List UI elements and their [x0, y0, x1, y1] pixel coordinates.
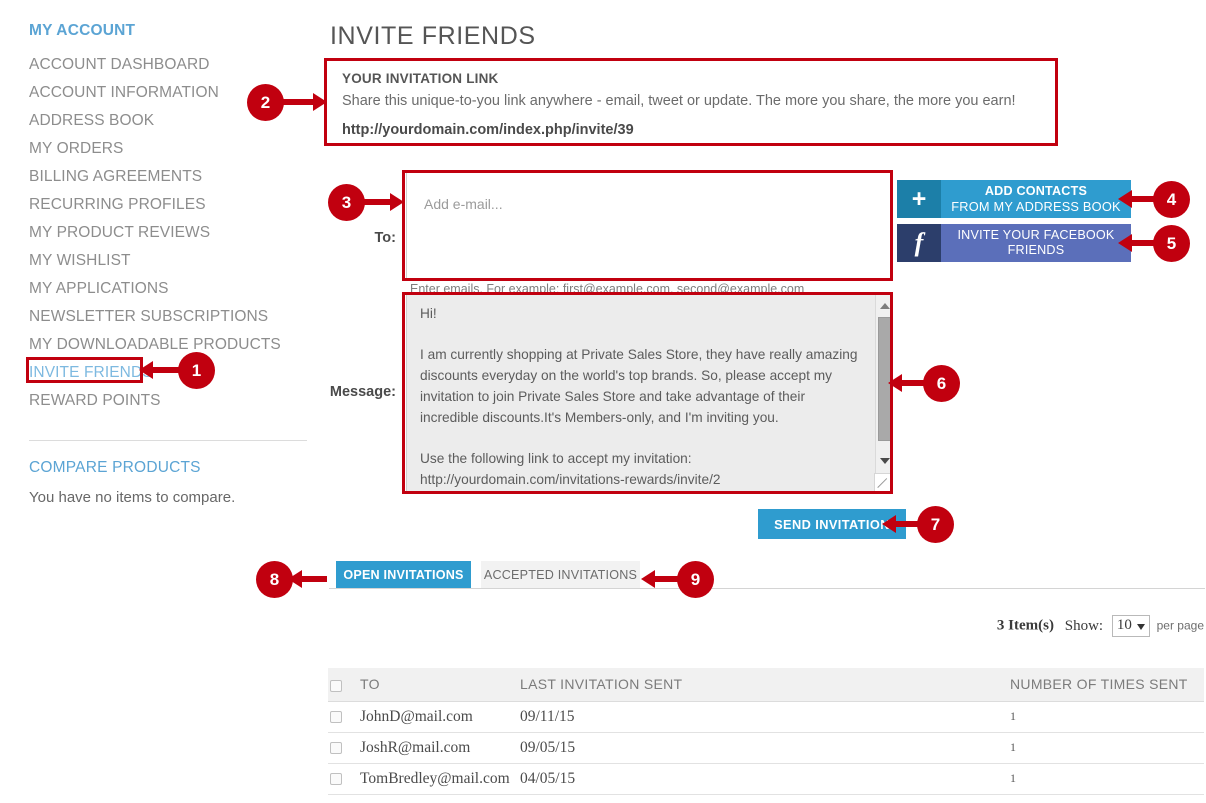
scroll-down-icon[interactable]: [876, 452, 892, 469]
table-row: TomBredley@mail.com 04/05/15 1: [328, 763, 1204, 795]
per-page-suffix: per page: [1156, 618, 1204, 633]
main-content: INVITE FRIENDS YOUR INVITATION LINK Shar…: [328, 0, 1206, 803]
table-head: TO LAST INVITATION SENT NUMBER OF TIMES …: [328, 668, 1204, 702]
facebook-label-line1: INVITE YOUR FACEBOOK: [957, 228, 1115, 242]
compare-products-heading: COMPARE PRODUCTS: [29, 459, 201, 476]
row-to: JoshR@mail.com: [358, 732, 518, 764]
page-title: INVITE FRIENDS: [330, 22, 536, 50]
invitation-link-url[interactable]: http://yourdomain.com/index.php/invite/3…: [342, 122, 1049, 138]
account-sidebar: MY ACCOUNT ACCOUNT DASHBOARD ACCOUNT INF…: [0, 0, 320, 803]
sidebar-item-address-book[interactable]: ADDRESS BOOK: [29, 107, 320, 135]
row-last-sent: 04/05/15: [518, 763, 1008, 795]
row-checkbox[interactable]: [330, 741, 342, 754]
scroll-up-icon[interactable]: [876, 297, 892, 314]
item-count-label: 3 Item(s): [996, 617, 1054, 634]
to-email-placeholder: Add e-mail...: [424, 196, 503, 212]
sidebar-item-account-information[interactable]: ACCOUNT INFORMATION: [29, 79, 320, 107]
sidebar-item-invite-friends[interactable]: INVITE FRIENDS: [29, 359, 320, 387]
row-times-sent: 1: [1008, 701, 1204, 733]
per-page-value: 10: [1116, 617, 1132, 633]
sidebar-item-recurring-profiles[interactable]: RECURRING PROFILES: [29, 191, 320, 219]
row-checkbox[interactable]: [330, 710, 342, 723]
facebook-label-line2: FRIENDS: [1007, 243, 1065, 257]
invitations-table: TO LAST INVITATION SENT NUMBER OF TIMES …: [328, 668, 1204, 795]
select-all-header: [328, 668, 358, 702]
sidebar-item-my-applications[interactable]: MY APPLICATIONS: [29, 275, 320, 303]
list-toolbar: 3 Item(s) Show: 10 per page: [328, 615, 1204, 637]
invitation-link-panel: YOUR INVITATION LINK Share this unique-t…: [330, 60, 1061, 144]
sidebar-nav-list: ACCOUNT DASHBOARD ACCOUNT INFORMATION AD…: [29, 51, 320, 415]
sidebar-item-my-downloadable-products[interactable]: MY DOWNLOADABLE PRODUCTS: [29, 331, 320, 359]
invite-facebook-button[interactable]: f INVITE YOUR FACEBOOK FRIENDS: [897, 224, 1131, 262]
sidebar-item-reward-points[interactable]: REWARD POINTS: [29, 387, 320, 415]
sidebar-divider: [29, 440, 307, 441]
show-label: Show:: [1064, 617, 1104, 634]
row-checkbox[interactable]: [330, 772, 342, 785]
tab-accepted-invitations[interactable]: ACCEPTED INVITATIONS: [481, 561, 640, 588]
sidebar-item-newsletter-subscriptions[interactable]: NEWSLETTER SUBSCRIPTIONS: [29, 303, 320, 331]
add-contacts-button[interactable]: + ADD CONTACTS FROM MY ADDRESS BOOK: [897, 180, 1131, 218]
sidebar-item-account-dashboard[interactable]: ACCOUNT DASHBOARD: [29, 51, 320, 79]
row-to: JohnD@mail.com: [358, 701, 518, 733]
message-field-label: Message:: [329, 384, 396, 400]
scrollbar-thumb[interactable]: [878, 317, 891, 441]
tab-open-invitations[interactable]: OPEN INVITATIONS: [336, 561, 471, 588]
add-contacts-label-line1: ADD CONTACTS: [984, 184, 1088, 198]
row-select-cell: [328, 701, 358, 733]
invitation-link-title: YOUR INVITATION LINK: [342, 71, 499, 86]
row-last-sent: 09/05/15: [518, 732, 1008, 764]
sidebar-item-my-wishlist[interactable]: MY WISHLIST: [29, 247, 320, 275]
row-select-cell: [328, 732, 358, 764]
column-header-number-of-times-sent: NUMBER OF TIMES SENT: [1008, 668, 1204, 702]
row-select-cell: [328, 763, 358, 795]
message-textarea-value: Hi! I am currently shopping at Private S…: [420, 306, 858, 487]
message-scrollbar[interactable]: [875, 295, 892, 491]
message-textarea[interactable]: Hi! I am currently shopping at Private S…: [406, 294, 893, 492]
row-times-sent: 1: [1008, 763, 1204, 795]
table-header-row: TO LAST INVITATION SENT NUMBER OF TIMES …: [328, 668, 1204, 702]
select-all-checkbox[interactable]: [330, 679, 342, 692]
per-page-select[interactable]: 10: [1111, 615, 1150, 637]
to-field-label: To:: [374, 230, 396, 246]
column-header-to: TO: [358, 668, 518, 702]
table-row: JoshR@mail.com 09/05/15 1: [328, 732, 1204, 764]
plus-icon: +: [897, 180, 941, 218]
column-header-last-invitation-sent: LAST INVITATION SENT: [518, 668, 1008, 702]
resize-grip-icon[interactable]: [874, 473, 892, 491]
sidebar-item-my-orders[interactable]: MY ORDERS: [29, 135, 320, 163]
table-row: JohnD@mail.com 09/11/15 1: [328, 701, 1204, 733]
facebook-icon: f: [897, 224, 941, 262]
compare-products-empty-text: You have no items to compare.: [29, 489, 236, 506]
sidebar-heading: MY ACCOUNT: [29, 22, 136, 39]
row-to: TomBredley@mail.com: [358, 763, 518, 795]
chevron-down-icon: [1136, 624, 1145, 630]
row-last-sent: 09/11/15: [518, 701, 1008, 733]
add-contacts-label-line2: FROM MY ADDRESS BOOK: [951, 199, 1121, 214]
table-body: JohnD@mail.com 09/11/15 1 JoshR@mail.com…: [328, 701, 1204, 795]
invitations-tabs: OPEN INVITATIONS ACCEPTED INVITATIONS: [329, 561, 1205, 589]
to-email-input[interactable]: Add e-mail...: [406, 172, 893, 279]
invite-friends-page: MY ACCOUNT ACCOUNT DASHBOARD ACCOUNT INF…: [0, 0, 1206, 803]
invitation-link-description: Share this unique-to-you link anywhere -…: [342, 93, 1016, 109]
row-times-sent: 1: [1008, 732, 1204, 764]
sidebar-item-my-product-reviews[interactable]: MY PRODUCT REVIEWS: [29, 219, 320, 247]
sidebar-item-billing-agreements[interactable]: BILLING AGREEMENTS: [29, 163, 320, 191]
send-invitation-button[interactable]: SEND INVITATION: [758, 509, 906, 539]
